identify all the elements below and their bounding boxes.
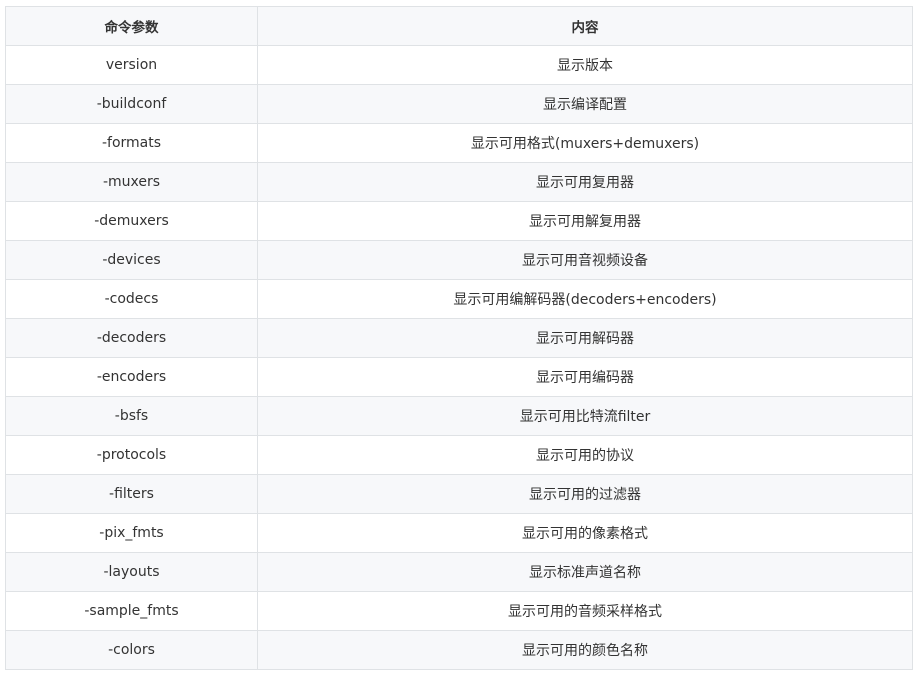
option-cell: -encoders (5, 357, 258, 397)
table-row: -decoders 显示可用解码器 (5, 318, 913, 358)
description-cell: 显示可用格式(muxers+demuxers) (257, 123, 913, 163)
option-cell: -colors (5, 630, 258, 670)
ffmpeg-options-table: 命令参数 内容 version 显示版本 -buildconf 显示编译配置 -form… (5, 6, 913, 670)
description-cell: 显示可用音视频设备 (257, 240, 913, 280)
table-container: 命令参数 内容 version 显示版本 -buildconf 显示编译配置 -form… (5, 6, 913, 670)
header-description: 内容 (257, 6, 913, 46)
description-cell: 显示编译配置 (257, 84, 913, 124)
description-cell: 显示版本 (257, 45, 913, 85)
table-row: -filters 显示可用的过滤器 (5, 474, 913, 514)
description-cell: 显示可用的协议 (257, 435, 913, 475)
option-cell: -decoders (5, 318, 258, 358)
table-row: -buildconf 显示编译配置 (5, 84, 913, 124)
description-cell: 显示可用比特流filter (257, 396, 913, 436)
option-cell: -muxers (5, 162, 258, 202)
description-cell: 显示可用的过滤器 (257, 474, 913, 514)
table-header-row: 命令参数 内容 (5, 6, 913, 46)
table-row: -encoders 显示可用编码器 (5, 357, 913, 397)
option-cell: -codecs (5, 279, 258, 319)
table-row: -muxers 显示可用复用器 (5, 162, 913, 202)
table-row: -devices 显示可用音视频设备 (5, 240, 913, 280)
table-row: -formats 显示可用格式(muxers+demuxers) (5, 123, 913, 163)
description-cell: 显示可用解复用器 (257, 201, 913, 241)
option-cell: -filters (5, 474, 258, 514)
description-cell: 显示标准声道名称 (257, 552, 913, 592)
option-cell: -bsfs (5, 396, 258, 436)
option-cell: -protocols (5, 435, 258, 475)
table-row: -bsfs 显示可用比特流filter (5, 396, 913, 436)
table-row: -demuxers 显示可用解复用器 (5, 201, 913, 241)
table-row: -layouts 显示标准声道名称 (5, 552, 913, 592)
option-cell: -formats (5, 123, 258, 163)
description-cell: 显示可用复用器 (257, 162, 913, 202)
description-cell: 显示可用的颜色名称 (257, 630, 913, 670)
option-cell: -pix_fmts (5, 513, 258, 553)
header-option: 命令参数 (5, 6, 258, 46)
option-cell: -devices (5, 240, 258, 280)
table-row: -pix_fmts 显示可用的像素格式 (5, 513, 913, 553)
option-cell: -demuxers (5, 201, 258, 241)
option-cell: -sample_fmts (5, 591, 258, 631)
description-cell: 显示可用的音频采样格式 (257, 591, 913, 631)
description-cell: 显示可用的像素格式 (257, 513, 913, 553)
table-body: version 显示版本 -buildconf 显示编译配置 -formats 显示可用格… (5, 45, 913, 670)
table-row: -protocols 显示可用的协议 (5, 435, 913, 475)
table-row: -codecs 显示可用编解码器(decoders+encoders) (5, 279, 913, 319)
option-cell: version (5, 45, 258, 85)
description-cell: 显示可用编解码器(decoders+encoders) (257, 279, 913, 319)
option-cell: -layouts (5, 552, 258, 592)
table-row: -sample_fmts 显示可用的音频采样格式 (5, 591, 913, 631)
description-cell: 显示可用解码器 (257, 318, 913, 358)
description-cell: 显示可用编码器 (257, 357, 913, 397)
table-row: version 显示版本 (5, 45, 913, 85)
table-row: -colors 显示可用的颜色名称 (5, 630, 913, 670)
option-cell: -buildconf (5, 84, 258, 124)
